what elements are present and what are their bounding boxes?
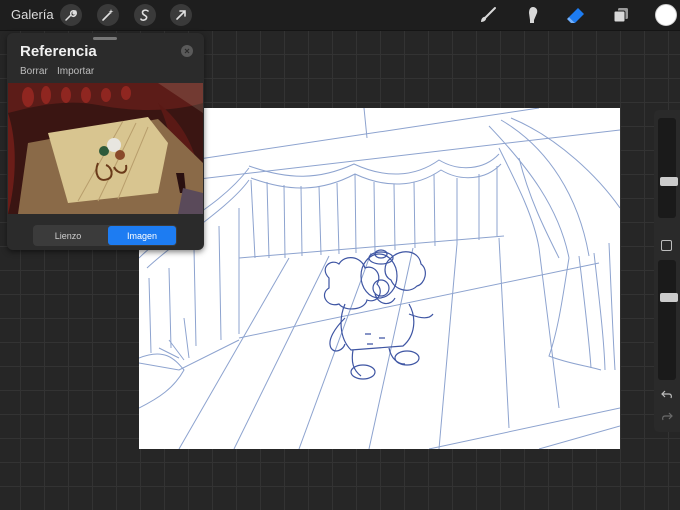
drag-handle[interactable] bbox=[93, 37, 117, 40]
opacity-slider[interactable] bbox=[658, 260, 678, 380]
tab-canvas[interactable]: Lienzo bbox=[34, 226, 102, 245]
wrench-icon bbox=[65, 10, 77, 21]
selection-s-icon bbox=[140, 9, 149, 21]
side-bar bbox=[654, 110, 680, 432]
layers-icon bbox=[613, 8, 628, 23]
adjustments-button[interactable] bbox=[97, 4, 119, 26]
transform-arrow-icon bbox=[176, 10, 186, 20]
brush-tool-button[interactable] bbox=[477, 4, 499, 26]
smudge-tool-button[interactable] bbox=[522, 4, 544, 26]
redo-icon bbox=[662, 412, 673, 421]
reference-title: Referencia bbox=[20, 43, 97, 60]
brush-size-thumb[interactable] bbox=[660, 177, 678, 186]
close-icon bbox=[184, 48, 190, 54]
modify-button[interactable] bbox=[661, 240, 672, 251]
undo-button[interactable] bbox=[659, 388, 675, 402]
color-swatch-button[interactable] bbox=[655, 4, 677, 26]
transform-button[interactable] bbox=[170, 4, 192, 26]
actions-button[interactable] bbox=[60, 4, 82, 26]
gallery-button[interactable]: Galería bbox=[11, 7, 54, 22]
reference-mode-control: Lienzo Imagen bbox=[33, 225, 177, 246]
magic-wand-icon bbox=[102, 9, 114, 21]
layers-button[interactable] bbox=[610, 4, 632, 26]
eraser-icon bbox=[567, 8, 584, 23]
undo-icon bbox=[661, 390, 672, 399]
clear-reference-button[interactable]: Borrar bbox=[20, 66, 48, 77]
reference-panel: Referencia Borrar Importar Lienzo Imagen bbox=[7, 33, 204, 250]
brush-size-slider[interactable] bbox=[658, 118, 678, 218]
selection-button[interactable] bbox=[134, 4, 156, 26]
import-reference-button[interactable]: Importar bbox=[57, 66, 94, 77]
reference-stage-illustration bbox=[8, 83, 203, 214]
top-toolbar: Galería bbox=[0, 0, 680, 31]
brush-icon bbox=[481, 7, 496, 22]
stage-sketch bbox=[139, 108, 620, 449]
tab-image[interactable]: Imagen bbox=[108, 226, 176, 245]
drawing-canvas[interactable] bbox=[139, 108, 620, 449]
opacity-thumb[interactable] bbox=[660, 293, 678, 302]
close-reference-button[interactable] bbox=[181, 45, 193, 57]
eraser-tool-button[interactable] bbox=[565, 4, 587, 26]
redo-button[interactable] bbox=[659, 410, 675, 424]
reference-image bbox=[8, 83, 203, 214]
smudge-icon bbox=[529, 7, 538, 23]
